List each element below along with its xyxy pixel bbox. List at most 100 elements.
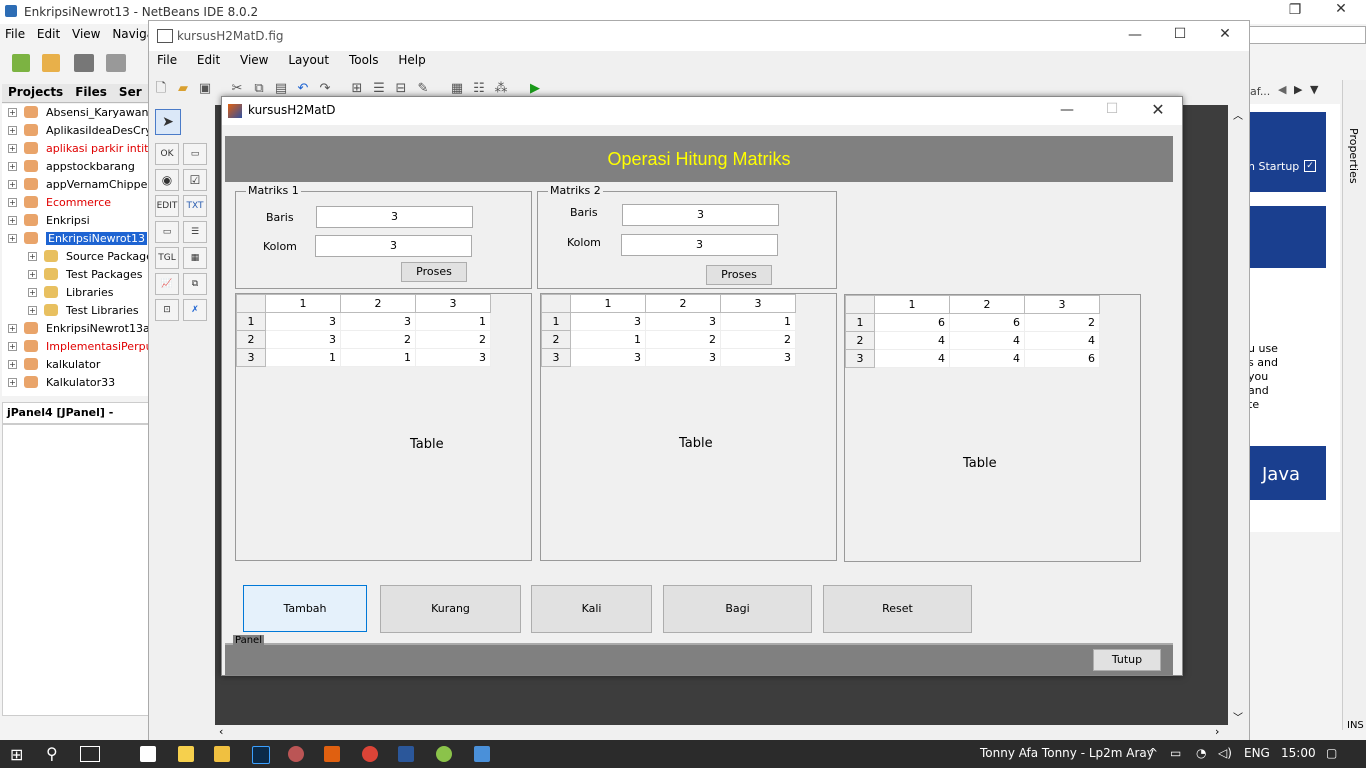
radiobutton-tool-icon[interactable]: ◉	[155, 169, 179, 191]
align-icon[interactable]: ⊞	[349, 81, 365, 97]
column-header[interactable]: 2	[949, 295, 1025, 314]
column-header[interactable]: 2	[340, 294, 416, 313]
redo-icon[interactable]: ↷	[317, 81, 333, 97]
expand-icon[interactable]: +	[8, 108, 17, 117]
dropdown-icon[interactable]: ▼	[1310, 83, 1318, 96]
row-header[interactable]: 2	[236, 330, 266, 349]
app-icon[interactable]	[436, 746, 452, 762]
row-header[interactable]: 1	[845, 313, 875, 332]
close-icon[interactable]: ✕	[1135, 100, 1181, 119]
tab-projects[interactable]: Projects	[2, 84, 69, 100]
tab-services[interactable]: Ser	[113, 84, 148, 100]
restore-icon[interactable]: ❐	[1272, 2, 1318, 18]
photoshop-icon[interactable]	[252, 746, 270, 764]
startup-checkbox[interactable]: ✓	[1304, 160, 1316, 172]
edittext-tool-icon[interactable]: EDIT	[155, 195, 179, 217]
matlab-taskbar-icon[interactable]	[324, 746, 340, 762]
table-cell[interactable]: 2	[645, 330, 721, 349]
statictext-tool-icon[interactable]: TXT	[183, 195, 207, 217]
menu-editor-icon[interactable]: ☰	[371, 81, 387, 97]
table-cell[interactable]: 4	[949, 331, 1025, 350]
tab-files[interactable]: Files	[69, 84, 113, 100]
table-cell[interactable]: 4	[1024, 331, 1100, 350]
menu-file[interactable]: File	[5, 27, 25, 41]
cut-icon[interactable]: ✂	[229, 81, 245, 97]
chrome-icon[interactable]	[362, 746, 378, 762]
checkbox-tool-icon[interactable]: ☑	[183, 169, 207, 191]
expand-icon[interactable]: +	[8, 180, 17, 189]
column-header[interactable]: 2	[645, 294, 721, 313]
menu-edit[interactable]: Edit	[37, 27, 60, 41]
kurang-button[interactable]: Kurang	[380, 585, 521, 633]
expand-icon[interactable]: +	[8, 324, 17, 333]
table-cell[interactable]: 6	[874, 313, 950, 332]
scroll-up-icon[interactable]: ︿	[1233, 107, 1243, 122]
netbeans-taskbar-icon[interactable]	[474, 746, 490, 762]
expand-icon[interactable]: +	[8, 162, 17, 171]
table-cell[interactable]: 3	[570, 312, 646, 331]
expand-icon[interactable]: +	[8, 216, 17, 225]
table-cell[interactable]: 1	[570, 330, 646, 349]
close-icon[interactable]: ✕	[1202, 26, 1248, 42]
vertical-scrollbar[interactable]: ︿ ﹀	[1230, 105, 1246, 725]
scroll-down-icon[interactable]: ﹀	[1233, 709, 1243, 724]
maximize-icon[interactable]: ☐	[1157, 26, 1203, 42]
column-header[interactable]: 1	[570, 294, 646, 313]
panel-tool-icon[interactable]: ⧉	[183, 273, 207, 295]
proses1-button[interactable]: Proses	[401, 262, 467, 282]
close-icon[interactable]: ✕	[1318, 1, 1364, 17]
expand-icon[interactable]: +	[8, 234, 17, 243]
activex-tool-icon[interactable]: ✗	[183, 299, 207, 321]
scroll-left-icon[interactable]: ‹	[219, 725, 223, 738]
tambah-button[interactable]: Tambah	[243, 585, 367, 632]
axes-tool-icon[interactable]: 📈	[155, 273, 179, 295]
kolom2-input[interactable]: 3	[621, 234, 778, 256]
sticky-notes-icon[interactable]	[178, 746, 194, 762]
expand-icon[interactable]: +	[8, 126, 17, 135]
mfile-editor-icon[interactable]: ▦	[449, 81, 465, 97]
object-browser-icon[interactable]: ⁂	[493, 81, 509, 97]
expand-icon[interactable]: +	[8, 198, 17, 207]
menu-edit[interactable]: Edit	[197, 53, 220, 67]
menu-view[interactable]: View	[240, 53, 268, 67]
toolbar-editor-icon[interactable]: ✎	[415, 81, 431, 97]
task-view-icon[interactable]	[80, 746, 100, 762]
minimize-icon[interactable]: —	[1044, 102, 1090, 118]
table-cell[interactable]: 2	[1024, 313, 1100, 332]
table-cell[interactable]: 3	[720, 348, 796, 367]
row-header[interactable]: 3	[845, 349, 875, 368]
notification-icon[interactable]: ▢	[1326, 746, 1337, 760]
expand-icon[interactable]: +	[28, 288, 37, 297]
row-header[interactable]: 1	[541, 312, 571, 331]
expand-icon[interactable]: +	[8, 360, 17, 369]
tutup-button[interactable]: Tutup	[1093, 649, 1161, 671]
table-cell[interactable]: 4	[874, 331, 950, 350]
windows-start-icon[interactable]: ⊞	[10, 745, 23, 764]
nav-forward-icon[interactable]: ▶	[1294, 83, 1302, 96]
store-icon[interactable]	[140, 746, 156, 762]
column-header[interactable]: 3	[720, 294, 796, 313]
language-indicator[interactable]: ENG	[1244, 746, 1270, 760]
table-cell[interactable]: 2	[415, 330, 491, 349]
close-project-icon[interactable]	[106, 54, 126, 72]
open-project-icon[interactable]	[74, 54, 94, 72]
row-header[interactable]: 3	[236, 348, 266, 367]
table3[interactable]: 123 1662 2444 3446 Table	[844, 294, 1141, 562]
column-header[interactable]: 1	[874, 295, 950, 314]
undo-icon[interactable]: ↶	[295, 81, 311, 97]
properties-tab[interactable]: Properties	[1347, 128, 1360, 184]
nav-back-icon[interactable]: ◀	[1278, 83, 1286, 96]
table-cell[interactable]: 3	[645, 312, 721, 331]
menu-file[interactable]: File	[157, 53, 177, 67]
proses2-button[interactable]: Proses	[706, 265, 772, 285]
new-file-icon[interactable]	[12, 54, 30, 72]
table-cell[interactable]: 1	[415, 312, 491, 331]
table-cell[interactable]: 1	[265, 348, 341, 367]
menu-tools[interactable]: Tools	[349, 53, 379, 67]
expand-icon[interactable]: +	[28, 252, 37, 261]
new-project-icon[interactable]	[42, 54, 60, 72]
open-icon[interactable]: ▰	[175, 81, 191, 97]
kolom1-input[interactable]: 3	[315, 235, 472, 257]
table-cell[interactable]: 3	[265, 312, 341, 331]
expand-icon[interactable]: +	[8, 378, 17, 387]
